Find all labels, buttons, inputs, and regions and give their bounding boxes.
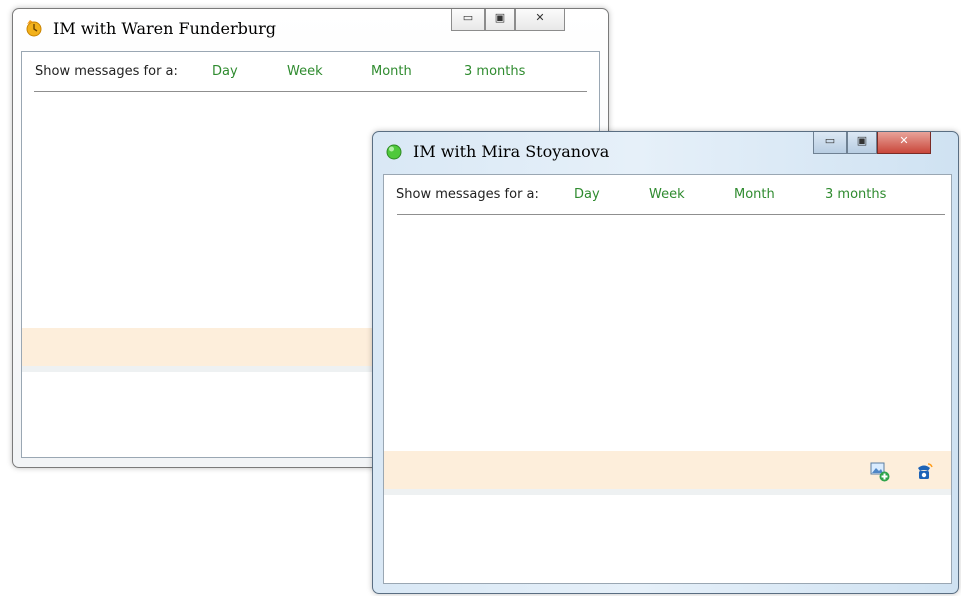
compose-toolbar: [384, 451, 951, 495]
message-filter-row: Show messages for a: Day Week Month 3 mo…: [22, 52, 599, 92]
filter-divider: [34, 91, 587, 92]
filter-day-link[interactable]: Day: [574, 187, 600, 202]
filter-3months-link[interactable]: 3 months: [825, 187, 886, 202]
window-title: IM with Waren Funderburg: [53, 19, 277, 38]
phone-call-icon[interactable]: [913, 461, 935, 483]
title-bar[interactable]: IM with Waren Funderburg ▭ ▣ ✕: [13, 9, 608, 45]
filter-month-link[interactable]: Month: [371, 64, 412, 79]
message-history[interactable]: [384, 219, 951, 451]
window-title: IM with Mira Stoyanova: [413, 142, 610, 161]
filter-day-link[interactable]: Day: [212, 64, 238, 79]
filter-week-link[interactable]: Week: [649, 187, 685, 202]
maximize-button[interactable]: ▣: [847, 132, 877, 154]
maximize-button[interactable]: ▣: [485, 9, 515, 31]
filter-3months-link[interactable]: 3 months: [464, 64, 525, 79]
title-bar[interactable]: IM with Mira Stoyanova ▭ ▣ ✕: [373, 132, 958, 168]
filter-divider: [397, 214, 945, 215]
im-window-mira: IM with Mira Stoyanova ▭ ▣ ✕ Show messag…: [372, 131, 959, 594]
minimize-button[interactable]: ▭: [451, 9, 485, 31]
minimize-button[interactable]: ▭: [813, 132, 847, 154]
send-picture-icon[interactable]: [869, 461, 891, 483]
away-clock-icon: [25, 19, 43, 37]
filter-label: Show messages for a:: [35, 64, 178, 79]
filter-week-link[interactable]: Week: [287, 64, 323, 79]
filter-label: Show messages for a:: [396, 187, 539, 202]
filter-month-link[interactable]: Month: [734, 187, 775, 202]
message-filter-row: Show messages for a: Day Week Month 3 mo…: [384, 175, 951, 215]
compose-input[interactable]: [384, 495, 951, 583]
close-button[interactable]: ✕: [877, 132, 931, 154]
chat-client-area: Show messages for a: Day Week Month 3 mo…: [383, 174, 952, 584]
close-button[interactable]: ✕: [515, 9, 565, 31]
online-green-dot-icon: [385, 143, 403, 161]
